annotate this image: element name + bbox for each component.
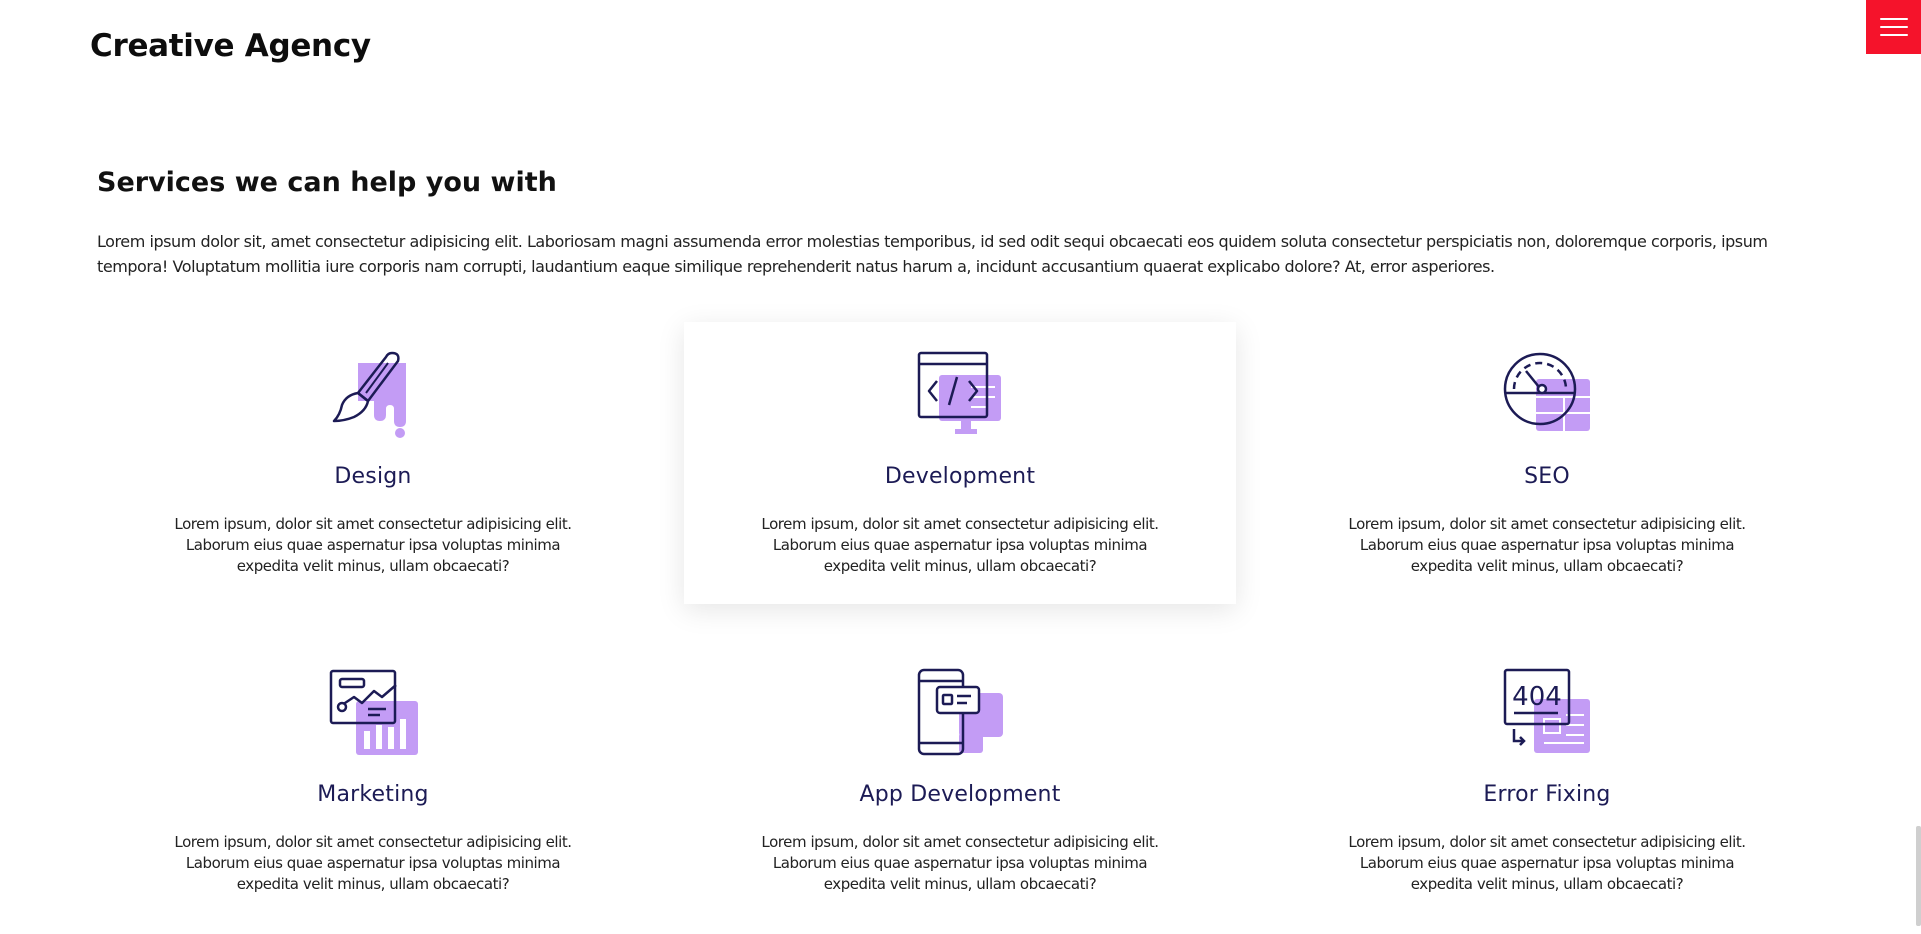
svg-text:404: 404 [1512,682,1562,712]
code-monitor-icon [917,351,1001,434]
service-card-marketing[interactable]: Marketing Lorem ipsum, dolor sit amet co… [97,640,649,922]
menu-button[interactable] [1866,0,1921,54]
mobile-app-icon [917,668,1003,756]
service-title: Error Fixing [1483,782,1611,807]
service-title: App Development [859,782,1061,807]
service-card-app-development[interactable]: App Development Lorem ipsum, dolor sit a… [684,640,1236,922]
speedometer-icon [1503,352,1590,431]
service-title: SEO [1524,464,1570,489]
service-card-seo[interactable]: SEO Lorem ipsum, dolor sit amet consecte… [1271,322,1823,604]
service-card-error-fixing[interactable]: 404 Error Fixing Lorem ipsum, dolor sit … [1271,640,1823,922]
scrollbar[interactable] [1915,0,1921,934]
hamburger-line [1879,18,1908,20]
service-card-design[interactable]: Design Lorem ipsum, dolor sit amet conse… [97,322,649,604]
section-title: Services we can help you with [97,167,557,198]
site-logo[interactable]: Creative Agency [90,28,371,64]
service-card-development[interactable]: Development Lorem ipsum, dolor sit amet … [684,322,1236,604]
service-title: Design [334,464,412,489]
service-description: Lorem ipsum, dolor sit amet consectetur … [1348,833,1746,893]
service-description: Lorem ipsum, dolor sit amet consectetur … [1348,515,1746,575]
analytics-chart-icon [329,669,418,755]
service-description: Lorem ipsum, dolor sit amet consectetur … [174,833,572,893]
service-description: Lorem ipsum, dolor sit amet consectetur … [174,515,572,575]
scrollbar-thumb[interactable] [1916,826,1921,926]
hamburger-line [1879,34,1908,36]
paint-brush-icon [332,351,406,438]
error-404-icon: 404 [1503,668,1590,753]
service-title: Marketing [317,782,429,807]
section-description: Lorem ipsum dolor sit, amet consectetur … [97,232,1768,276]
service-description: Lorem ipsum, dolor sit amet consectetur … [761,515,1159,575]
service-title: Development [884,464,1036,489]
hamburger-line [1879,26,1908,28]
service-description: Lorem ipsum, dolor sit amet consectetur … [761,833,1159,893]
